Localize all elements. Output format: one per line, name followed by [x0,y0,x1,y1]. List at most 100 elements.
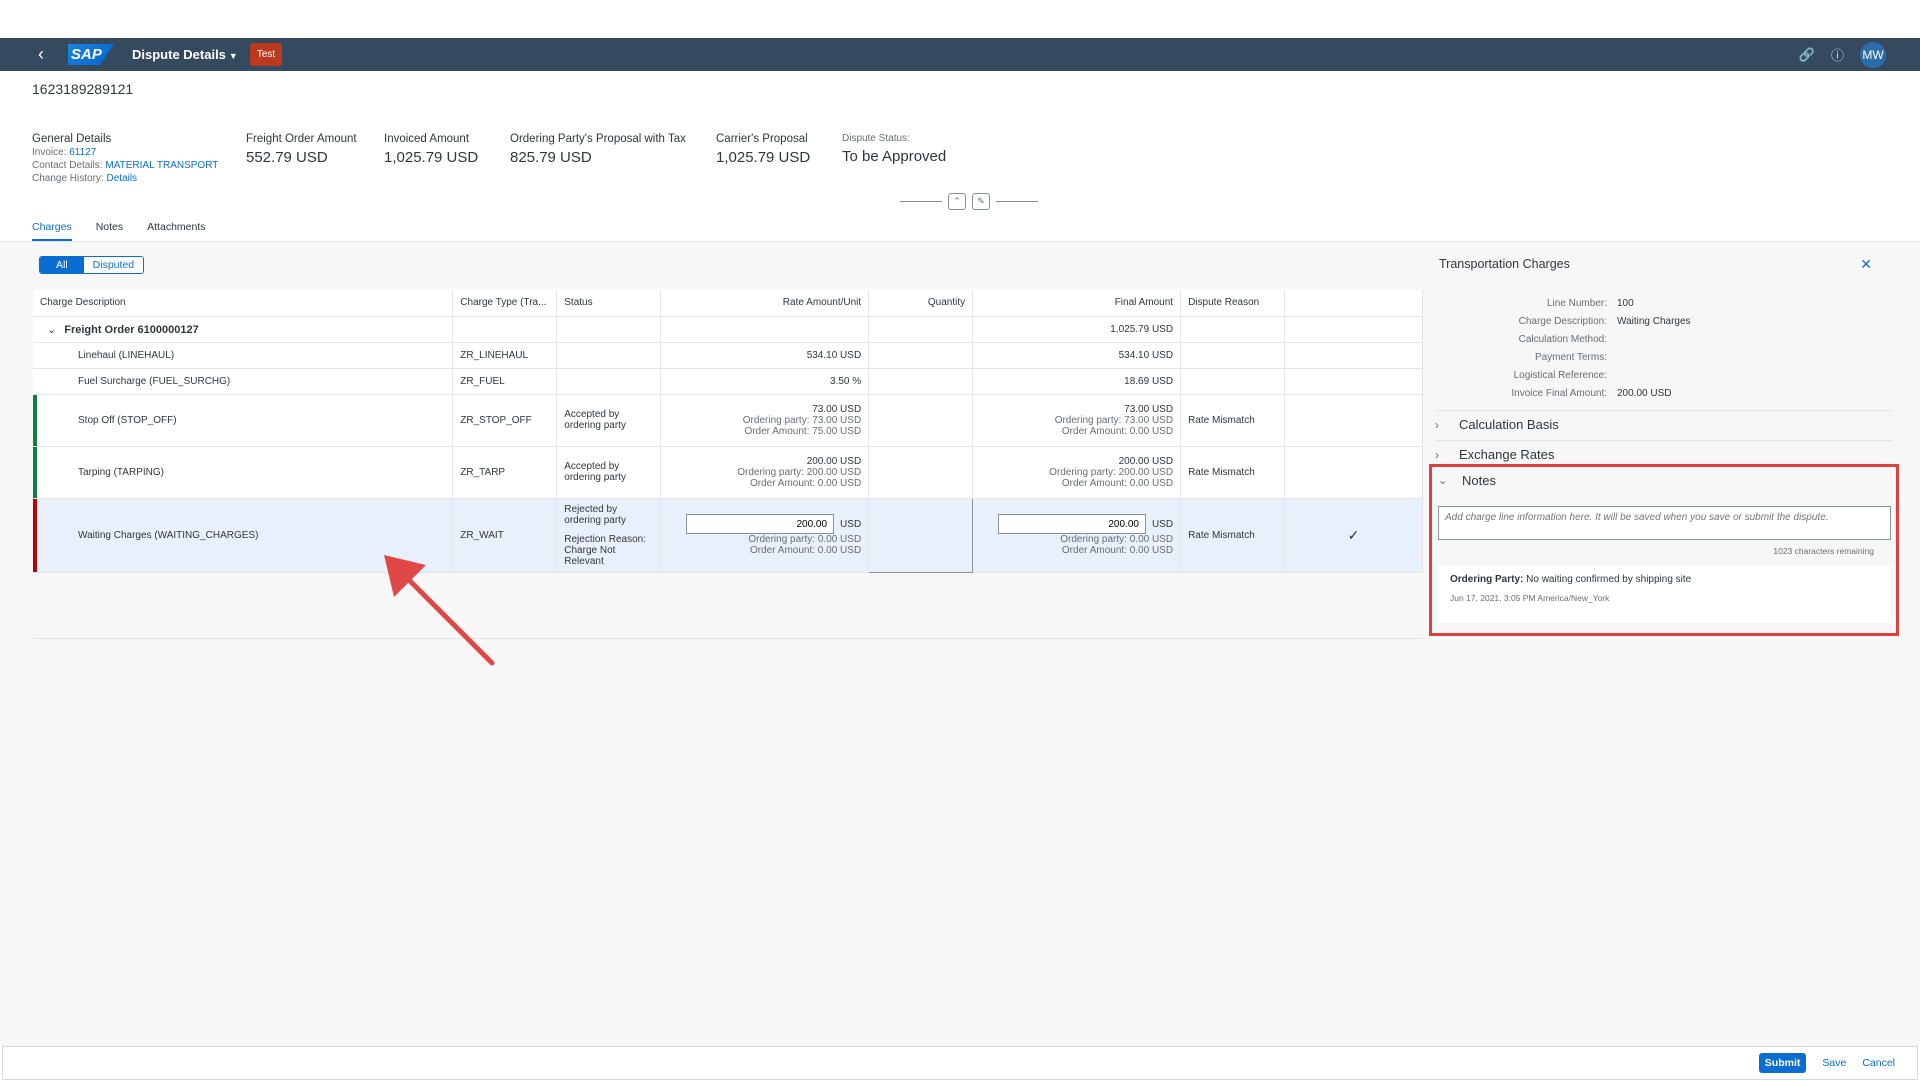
form-value: 100 [1617,297,1634,309]
back-icon[interactable]: ‹ [38,44,58,65]
form-value: 200.00 USD [1617,387,1672,399]
table-row-selected[interactable]: Waiting Charges (WAITING_CHARGES) ZR_WAI… [33,497,1423,573]
charge-type: ZR_STOP_OFF [452,394,558,447]
column-header[interactable]: Dispute Reason [1180,290,1286,317]
tab-charges[interactable]: Charges [32,221,72,241]
submit-button[interactable]: Submit [1758,1053,1807,1073]
rate-amount-cell: USD Ordering party: 0.00 USD Order Amoun… [660,498,870,573]
form-row: Line Number: 100 [1425,294,1890,312]
final-ordering-party: Ordering party: 0.00 USD [1060,534,1174,545]
chevron-down-icon: ⌄ [1438,475,1448,487]
final-ordering-party: Ordering party: 73.00 USD [1054,414,1174,426]
table-cell [868,342,974,369]
divider-line [900,201,942,202]
group-cell: ⌄ Freight Order 6100000127 [33,316,454,343]
shell-bar: ‹ SAP Dispute Details ▼ Test 🔗 ⓘ MW [0,38,1920,71]
column-header[interactable]: Status [556,290,662,317]
page-title: 1623189289121 [32,81,134,97]
quantity-cell[interactable] [868,497,974,573]
pin-header-icon[interactable]: ✎ [972,193,990,210]
final-amount-input[interactable] [997,514,1146,534]
group-label: Freight Order 6100000127 [64,323,199,336]
cancel-button[interactable]: Cancel [1862,1057,1895,1069]
column-header[interactable]: Quantity [868,290,974,317]
kpi-carrier-proposal: Carrier's Proposal 1,025.79 USD [716,133,810,166]
column-header[interactable]: Charge Description [33,290,454,317]
table-row[interactable]: Linehaul (LINEHAUL) ZR_LINEHAUL 534.10 U… [33,342,1423,369]
panel-calculation-basis[interactable]: › Calculation Basis [1435,410,1893,438]
form-row: Invoice Final Amount: 200.00 USD [1425,384,1890,402]
chevron-down-icon[interactable]: ⌄ [47,324,56,336]
chevron-right-icon: › [1435,417,1439,432]
rate-amount: 534.10 USD [660,342,870,369]
charge-status: Accepted by ordering party [556,446,662,499]
column-header[interactable]: Rate Amount/Unit [660,290,870,317]
divider-line [996,201,1038,202]
tab-notes[interactable]: Notes [96,221,123,241]
table-row[interactable]: Tarping (TARPING) ZR_TARP Accepted by or… [33,446,1423,499]
table-cell [1284,368,1423,395]
contact-link[interactable]: MATERIAL TRANSPORT [105,160,218,171]
table-cell [868,368,974,395]
form-label: Calculation Method: [1518,333,1607,345]
invoice-link[interactable]: 61127 [69,147,96,158]
final-order-amount: Order Amount: 0.00 USD [1061,545,1174,556]
link-icon[interactable]: 🔗 [1799,47,1815,63]
general-details: General Details Invoice: 61127 Contact D… [32,133,218,184]
form-row: Payment Terms: [1425,348,1890,366]
notes-input[interactable] [1438,506,1891,540]
charge-detail-panel: Transportation Charges ✕ Line Number: 100… [1425,242,1899,1046]
column-header[interactable]: Charge Type (Tra... [452,290,558,317]
table-cell [1284,342,1423,369]
filter-all-button[interactable]: All [40,257,84,273]
currency-label: USD [840,518,862,530]
status-value: To be Approved [842,148,947,165]
charge-description: Stop Off (STOP_OFF) [33,394,454,447]
rate-amount-cell: 200.00 USD Ordering party: 200.00 USD Or… [660,446,870,499]
table-cell [1284,394,1423,447]
table-header-row: Charge Description Charge Type (Tra... S… [33,290,1423,317]
filter-disputed-button[interactable]: Disputed [83,257,144,273]
charge-type: ZR_FUEL [452,368,558,395]
annotation-arrow-icon [384,555,495,666]
table-cell [556,368,662,395]
close-icon[interactable]: ✕ [1860,256,1872,273]
tab-attachments[interactable]: Attachments [147,221,205,241]
table-cell [868,394,974,447]
notes-panel-header[interactable]: ⌄ Notes [1438,473,1496,488]
kpi-label: Ordering Party's Proposal with Tax [510,133,686,145]
caret-down-icon: ▼ [228,51,238,61]
charge-description: Tarping (TARPING) [33,446,454,499]
final-amount-cell: 200.00 USD Ordering party: 200.00 USD Or… [972,446,1182,499]
column-header[interactable]: Final Amount [972,290,1182,317]
table-cell [556,316,662,343]
app-title-menu[interactable]: Dispute Details ▼ [132,47,238,62]
history-link[interactable]: Details [106,173,137,184]
collapse-header-icon[interactable]: ⌃ [948,193,966,210]
kpi-label: Invoiced Amount [384,133,470,145]
kpi-value: 825.79 USD [510,149,592,166]
help-icon[interactable]: ⓘ [1831,45,1844,64]
panel-label: Notes [1462,473,1496,488]
avatar[interactable]: MW [1860,41,1886,68]
table-cell [1180,316,1286,343]
final-amount: 73.00 USD [1124,403,1174,415]
rate-amount-input[interactable] [686,514,835,534]
kpi-value: 1,025.79 USD [384,149,479,166]
object-header: 1623189289121 General Details Invoice: 6… [0,71,1920,242]
status-label: Dispute Status: [842,133,910,144]
final-amount: 534.10 USD [972,342,1182,369]
app-title: Dispute Details [132,47,226,62]
table-group-row[interactable]: ⌄ Freight Order 6100000127 1,025.79 USD [33,316,1423,343]
rate-amount-link[interactable]: 3.50 % [660,368,870,395]
rate-amount: 73.00 USD [812,403,862,415]
table-row[interactable]: Fuel Surcharge (FUEL_SURCHG) ZR_FUEL 3.5… [33,368,1423,395]
invoice-line: Invoice: 61127 [32,147,218,158]
form-label: Invoice Final Amount: [1511,387,1607,399]
save-button[interactable]: Save [1822,1057,1846,1069]
form-row: Calculation Method: [1425,330,1890,348]
contact-line: Contact Details: MATERIAL TRANSPORT [32,160,218,171]
tab-bar: Charges Notes Attachments [32,221,206,241]
kpi-label: Freight Order Amount [246,133,357,145]
table-row[interactable]: Stop Off (STOP_OFF) ZR_STOP_OFF Accepted… [33,394,1423,447]
